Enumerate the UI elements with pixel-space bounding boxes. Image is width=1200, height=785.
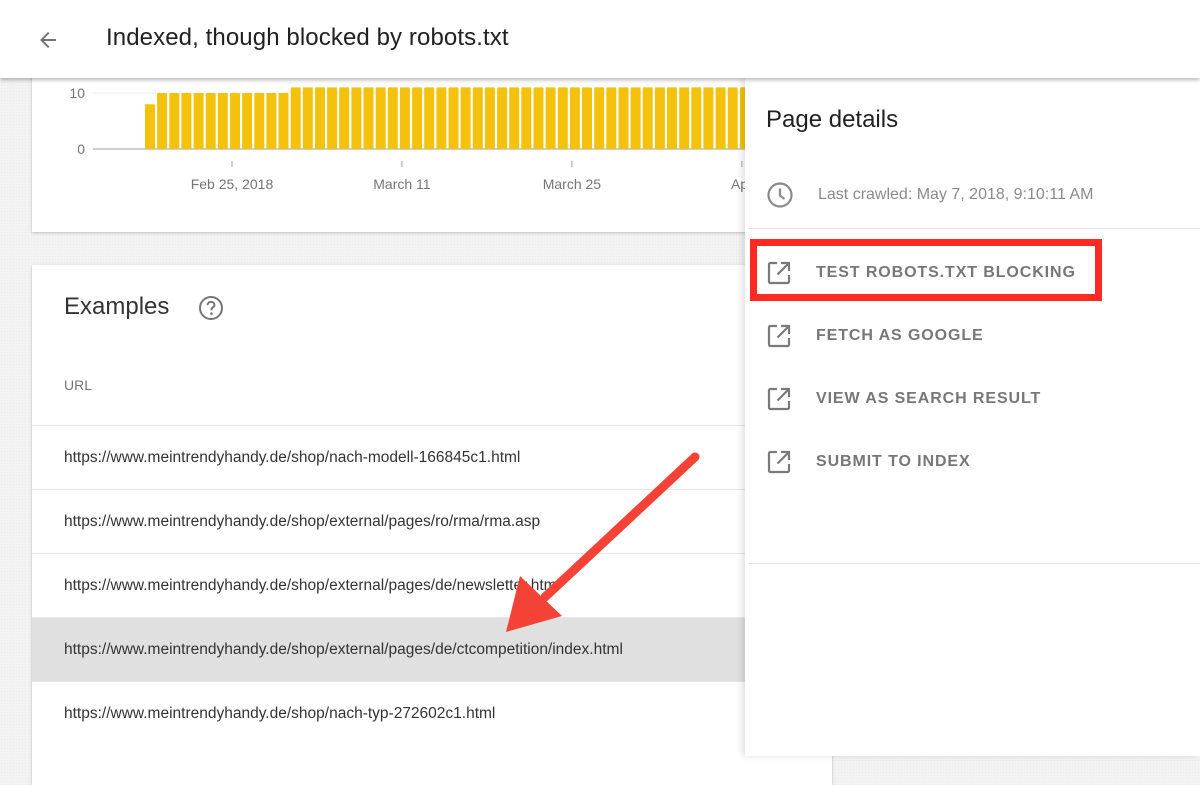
bar[interactable] [606, 87, 617, 149]
url-cell: https://www.meintrendyhandy.de/shop/nach… [64, 448, 521, 466]
test-robots-txt-button[interactable]: TEST ROBOTS.TXT BLOCKING [766, 260, 1076, 286]
x-tick-label: March 11 [373, 176, 431, 192]
table-row[interactable]: https://www.meintrendyhandy.de/shop/nach… [32, 681, 832, 745]
bar[interactable] [363, 87, 374, 149]
open-in-new-icon [767, 450, 791, 474]
open-in-new-icon [767, 387, 791, 411]
bar[interactable] [703, 87, 714, 149]
bar[interactable] [618, 87, 629, 149]
bar[interactable] [351, 87, 362, 149]
bar[interactable] [181, 93, 192, 149]
page-title: Indexed, though blocked by robots.txt [106, 24, 509, 51]
bar[interactable] [448, 87, 459, 149]
bar[interactable] [399, 87, 410, 149]
bar[interactable] [254, 93, 265, 149]
url-column-header[interactable]: URL [64, 377, 92, 393]
bar[interactable] [545, 87, 556, 149]
bar[interactable] [569, 87, 580, 149]
bar[interactable] [205, 93, 216, 149]
bar[interactable] [242, 93, 253, 149]
bar[interactable] [217, 93, 228, 149]
bar[interactable] [667, 87, 677, 149]
bar[interactable] [533, 87, 544, 149]
action-label: FETCH AS GOOGLE [816, 327, 984, 344]
bar[interactable] [642, 87, 653, 149]
bar[interactable] [679, 87, 690, 149]
open-in-new-icon [767, 324, 791, 348]
action-label: VIEW AS SEARCH RESULT [816, 390, 1042, 407]
last-crawled-text: Last crawled: May 7, 2018, 9:10:11 AM [818, 186, 1094, 203]
bar[interactable] [193, 93, 204, 149]
url-cell: https://www.meintrendyhandy.de/shop/nach… [64, 704, 496, 722]
url-cell: https://www.meintrendyhandy.de/shop/exte… [64, 512, 541, 530]
y-tick-label: 10 [69, 85, 85, 101]
bar[interactable] [169, 93, 180, 149]
table-row[interactable]: https://www.meintrendyhandy.de/shop/nach… [32, 425, 832, 489]
url-list: https://www.meintrendyhandy.de/shop/nach… [32, 425, 832, 745]
bar[interactable] [727, 87, 738, 149]
arrow-back-icon [40, 32, 56, 48]
bar[interactable] [630, 87, 641, 149]
bar[interactable] [654, 87, 665, 149]
view-as-search-result-button[interactable]: VIEW AS SEARCH RESULT [766, 386, 1041, 412]
fetch-as-google-button[interactable]: FETCH AS GOOGLE [766, 323, 984, 349]
table-row[interactable]: https://www.meintrendyhandy.de/shop/exte… [32, 553, 832, 617]
divider [748, 563, 1200, 564]
bar[interactable] [315, 87, 325, 149]
page-details-panel: Page details Last crawled: May 7, 2018, … [745, 78, 1200, 756]
last-crawled-row: Last crawled: May 7, 2018, 9:10:11 AM [766, 181, 1093, 209]
bar[interactable] [484, 87, 495, 149]
bar[interactable] [266, 93, 277, 149]
bar[interactable] [436, 87, 447, 149]
back-button[interactable] [30, 22, 66, 58]
y-tick-label: 0 [77, 141, 85, 157]
x-tick-label: March 25 [543, 176, 602, 192]
bar[interactable] [424, 87, 435, 149]
bar[interactable] [230, 93, 240, 149]
action-label: SUBMIT TO INDEX [816, 453, 971, 470]
bar[interactable] [557, 87, 568, 149]
bar[interactable] [497, 87, 508, 149]
table-row[interactable]: https://www.meintrendyhandy.de/shop/exte… [32, 489, 832, 553]
url-cell: https://www.meintrendyhandy.de/shop/exte… [64, 640, 623, 658]
bar[interactable] [339, 87, 350, 149]
help-circle-icon[interactable] [198, 295, 224, 321]
bar[interactable] [375, 87, 386, 149]
clock-icon [767, 182, 793, 208]
url-cell: https://www.meintrendyhandy.de/shop/exte… [64, 576, 560, 594]
bar[interactable] [460, 87, 471, 149]
bar[interactable] [302, 87, 313, 149]
bar[interactable] [278, 93, 289, 149]
x-tick-label: Feb 25, 2018 [191, 176, 274, 192]
top-app-bar: Indexed, though blocked by robots.txt [0, 0, 1200, 78]
open-in-new-icon [767, 261, 791, 285]
examples-title: Examples [64, 293, 170, 320]
action-label: TEST ROBOTS.TXT BLOCKING [816, 264, 1076, 281]
panel-title: Page details [766, 106, 899, 133]
bar-chart: 010Feb 25, 2018 March 11 March 25 Apr [69, 85, 832, 192]
bar[interactable] [327, 87, 338, 149]
chart-card: 0 10 Feb 25, 2018 March 11 March 25 Apr [32, 60, 832, 232]
bar[interactable] [582, 87, 592, 149]
bar[interactable] [715, 87, 726, 149]
divider [748, 228, 1200, 229]
bar[interactable] [691, 87, 702, 149]
bar[interactable] [387, 87, 398, 149]
bar[interactable] [157, 93, 168, 149]
submit-to-index-button[interactable]: SUBMIT TO INDEX [766, 449, 971, 475]
bar[interactable] [145, 104, 155, 149]
table-row-selected[interactable]: https://www.meintrendyhandy.de/shop/exte… [32, 617, 832, 681]
bar[interactable] [472, 87, 483, 149]
bar[interactable] [412, 87, 423, 149]
bar[interactable] [521, 87, 532, 149]
bar[interactable] [509, 87, 520, 149]
examples-card: Examples URL https://www.meintrendyhandy… [32, 265, 832, 785]
bar[interactable] [594, 87, 605, 149]
bar[interactable] [290, 87, 301, 149]
